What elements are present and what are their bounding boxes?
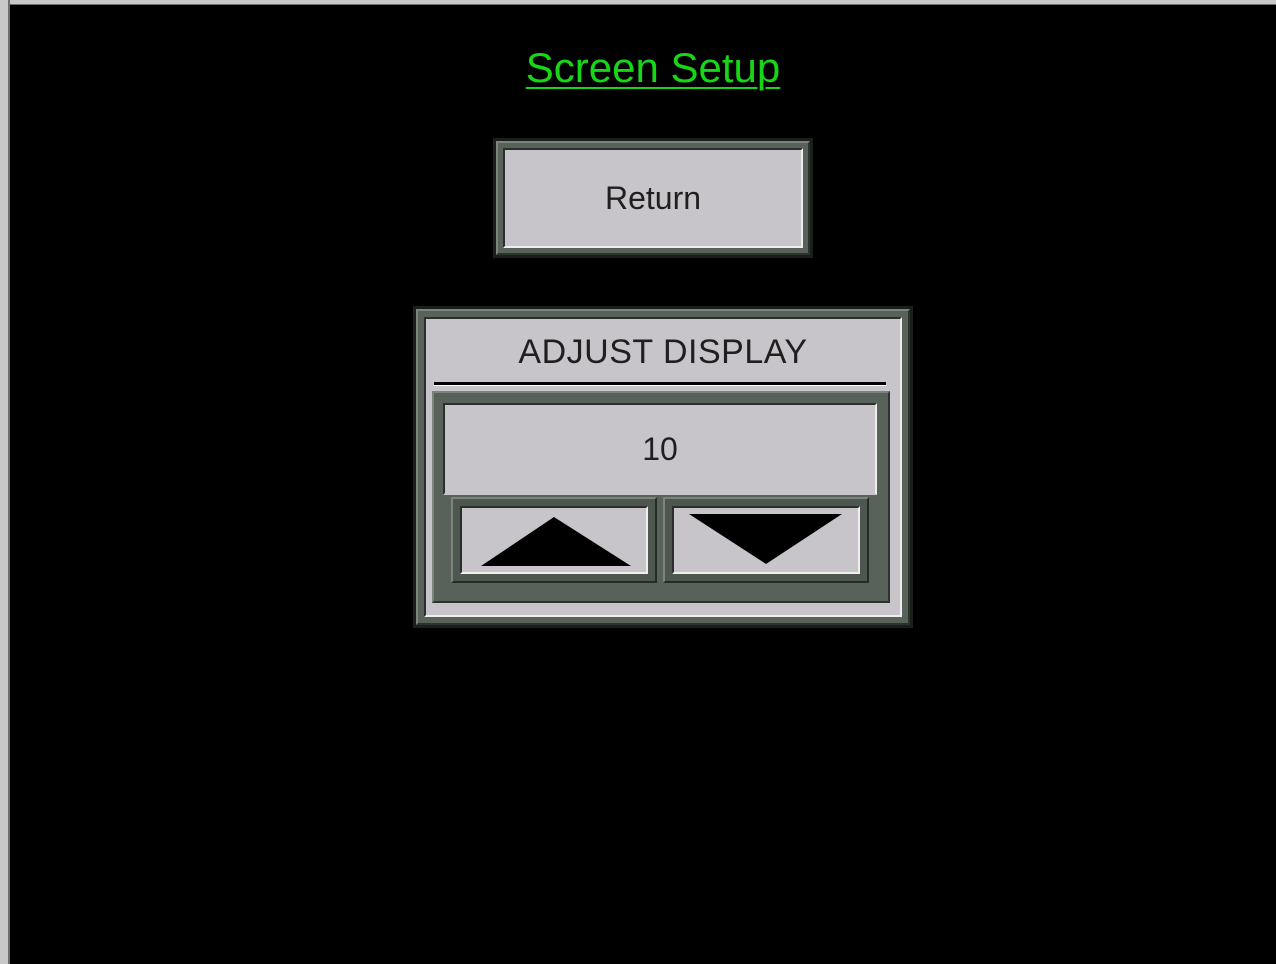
window-left-border [0, 0, 10, 964]
hmi-screen: Screen Setup Return ADJUST DISPLAY 10 [0, 0, 1276, 964]
window-top-border [10, 0, 1276, 5]
triangle-up-icon [481, 517, 631, 566]
triangle-down-icon [689, 514, 842, 564]
return-button-label: Return [503, 148, 803, 248]
decrement-button-face [672, 506, 860, 574]
display-value-readout: 10 [443, 403, 877, 495]
return-button-bezel: Return [496, 141, 810, 255]
display-value-spinner: 10 [432, 391, 890, 603]
adjust-display-panel-bezel: ADJUST DISPLAY 10 [416, 309, 910, 625]
page-title: Screen Setup [525, 44, 781, 91]
decrement-button[interactable] [663, 497, 869, 583]
adjust-display-panel: ADJUST DISPLAY 10 [413, 306, 913, 628]
increment-button[interactable] [451, 497, 657, 583]
return-button[interactable]: Return [493, 138, 813, 258]
adjust-display-title: ADJUST DISPLAY [518, 333, 808, 371]
increment-button-face [460, 506, 648, 574]
title-divider [434, 382, 886, 386]
adjust-display-panel-body: ADJUST DISPLAY 10 [424, 317, 902, 617]
